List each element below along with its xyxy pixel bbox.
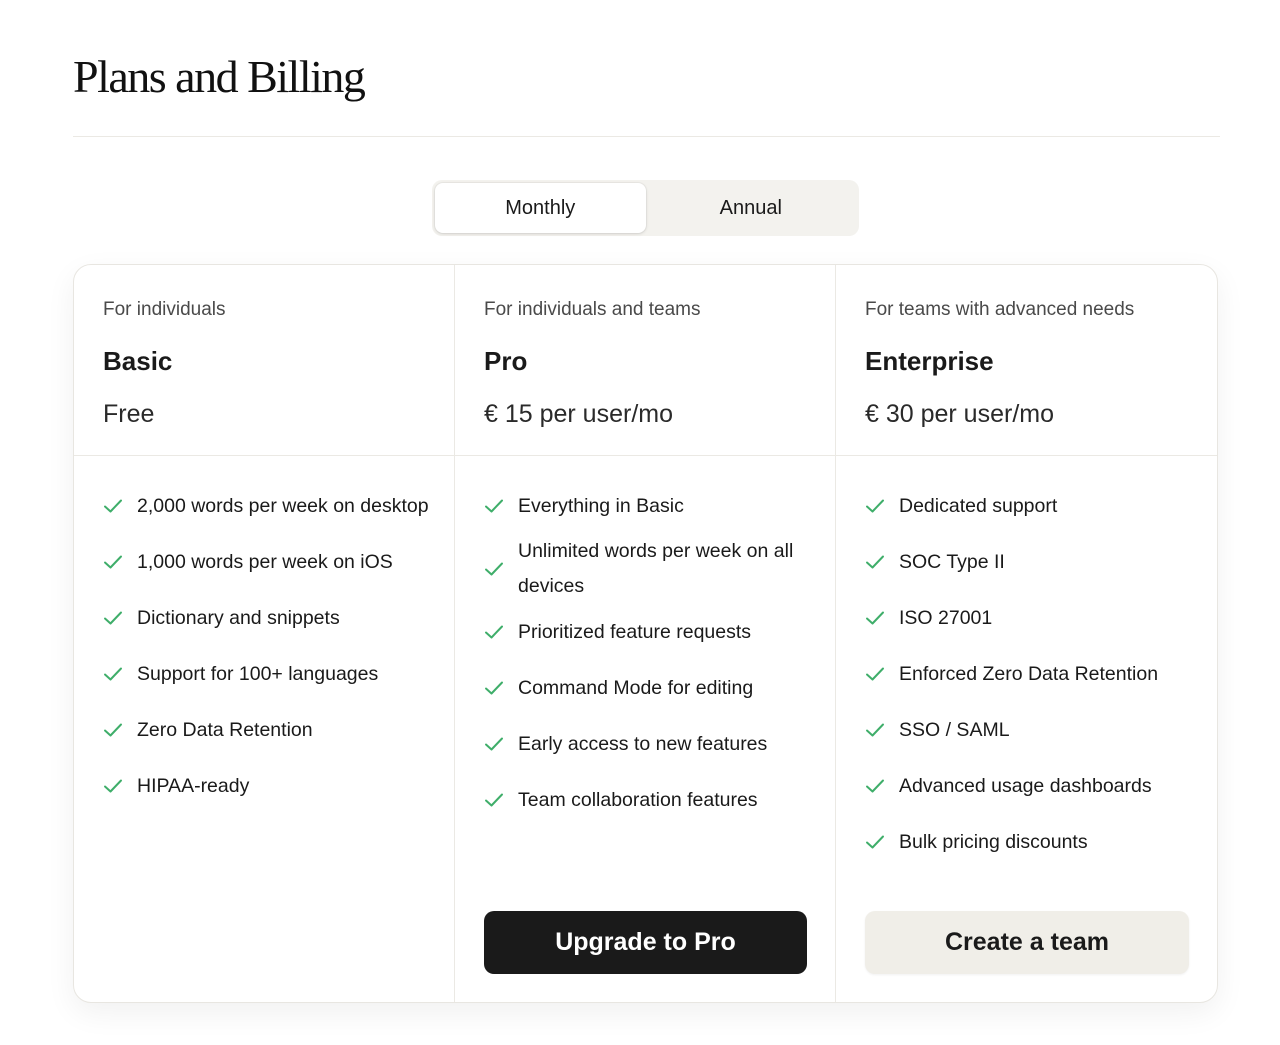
header-divider <box>73 136 1220 137</box>
feature-item: Zero Data Retention <box>103 702 434 758</box>
plan-name: Pro <box>484 346 528 376</box>
feature-text: Everything in Basic <box>518 494 684 517</box>
feature-text: 2,000 words per week on desktop <box>137 494 429 517</box>
check-icon <box>103 554 137 570</box>
plan-name: Basic <box>103 346 173 376</box>
feature-item: HIPAA-ready <box>103 758 434 814</box>
feature-list: Dedicated support SOC Type II ISO 27001 … <box>836 456 1217 870</box>
feature-item: 1,000 words per week on iOS <box>103 534 434 590</box>
feature-text: Dedicated support <box>899 494 1058 517</box>
plan-enterprise: For teams with advanced needs Enterprise… <box>836 265 1217 1002</box>
feature-text: Enforced Zero Data Retention <box>899 662 1159 685</box>
check-icon <box>103 722 137 738</box>
plan-pro: For individuals and teams Pro € 15 per u… <box>455 265 836 1002</box>
feature-text: Zero Data Retention <box>137 718 313 741</box>
feature-list: Everything in Basic Unlimited words per … <box>455 456 835 828</box>
feature-text: SSO / SAML <box>899 718 1010 741</box>
check-icon <box>484 792 518 808</box>
plan-header: For individuals and teams Pro € 15 per u… <box>455 265 835 456</box>
feature-text: Dictionary and snippets <box>137 606 340 629</box>
plan-header: For teams with advanced needs Enterprise… <box>836 265 1217 456</box>
plans-and-billing-page: Plans and Billing Monthly Annual For ind… <box>0 0 1280 1045</box>
check-icon <box>103 666 137 682</box>
check-icon <box>484 736 518 752</box>
billing-period-toggle: Monthly Annual <box>432 180 859 236</box>
feature-item: Dictionary and snippets <box>103 590 434 646</box>
feature-item: 2,000 words per week on desktop <box>103 478 434 534</box>
plan-name: Enterprise <box>865 346 994 376</box>
plan-price: € 15 per user/mo <box>484 400 673 428</box>
feature-text: Advanced usage dashboards <box>899 774 1152 797</box>
check-icon <box>484 680 518 696</box>
feature-item: Enforced Zero Data Retention <box>865 646 1197 702</box>
check-icon <box>484 498 518 514</box>
plan-price: € 30 per user/mo <box>865 400 1054 428</box>
feature-text: SOC Type II <box>899 550 1005 573</box>
feature-item: ISO 27001 <box>865 590 1197 646</box>
feature-item: Early access to new features <box>484 716 815 772</box>
feature-text: Unlimited words per week on all devices <box>518 540 794 597</box>
feature-list: 2,000 words per week on desktop 1,000 wo… <box>74 456 454 814</box>
plan-audience: For teams with advanced needs <box>865 299 1135 320</box>
check-icon <box>865 722 899 738</box>
check-icon <box>865 834 899 850</box>
create-a-team-button[interactable]: Create a team <box>865 911 1189 974</box>
plan-audience: For individuals <box>103 299 226 320</box>
feature-text: Command Mode for editing <box>518 676 754 699</box>
feature-text: Support for 100+ languages <box>137 662 379 685</box>
annual-option[interactable]: Annual <box>646 183 857 233</box>
feature-text: Bulk pricing discounts <box>899 830 1088 853</box>
check-icon <box>865 666 899 682</box>
plan-audience: For individuals and teams <box>484 299 701 320</box>
feature-item: Everything in Basic <box>484 478 815 534</box>
feature-item: Prioritized feature requests <box>484 604 815 660</box>
monthly-option[interactable]: Monthly <box>435 183 646 233</box>
plan-price: Free <box>103 400 155 428</box>
check-icon <box>865 498 899 514</box>
check-icon <box>103 778 137 794</box>
plan-header: For individuals Basic Free <box>74 265 454 456</box>
feature-item: Advanced usage dashboards <box>865 758 1197 814</box>
feature-item: SSO / SAML <box>865 702 1197 758</box>
feature-item: Command Mode for editing <box>484 660 815 716</box>
check-icon <box>865 554 899 570</box>
plans-card: For individuals Basic Free 2,000 words p… <box>73 264 1218 1003</box>
upgrade-to-pro-button[interactable]: Upgrade to Pro <box>484 911 807 974</box>
plan-basic: For individuals Basic Free 2,000 words p… <box>74 265 455 1002</box>
feature-item: Team collaboration features <box>484 772 815 828</box>
feature-item: Support for 100+ languages <box>103 646 434 702</box>
feature-item: SOC Type II <box>865 534 1197 590</box>
check-icon <box>484 561 518 577</box>
check-icon <box>103 610 137 626</box>
page-title: Plans and Billing <box>73 51 366 102</box>
check-icon <box>865 778 899 794</box>
feature-item: Bulk pricing discounts <box>865 814 1197 870</box>
feature-text: Prioritized feature requests <box>518 620 752 643</box>
check-icon <box>103 498 137 514</box>
feature-text: Team collaboration features <box>518 788 758 811</box>
feature-text: ISO 27001 <box>899 606 993 629</box>
feature-text: HIPAA-ready <box>137 774 250 797</box>
feature-text: Early access to new features <box>518 732 768 755</box>
check-icon <box>484 624 518 640</box>
feature-item: Dedicated support <box>865 478 1197 534</box>
feature-text: 1,000 words per week on iOS <box>137 550 393 573</box>
check-icon <box>865 610 899 626</box>
feature-item: Unlimited words per week on all devices <box>484 534 815 604</box>
